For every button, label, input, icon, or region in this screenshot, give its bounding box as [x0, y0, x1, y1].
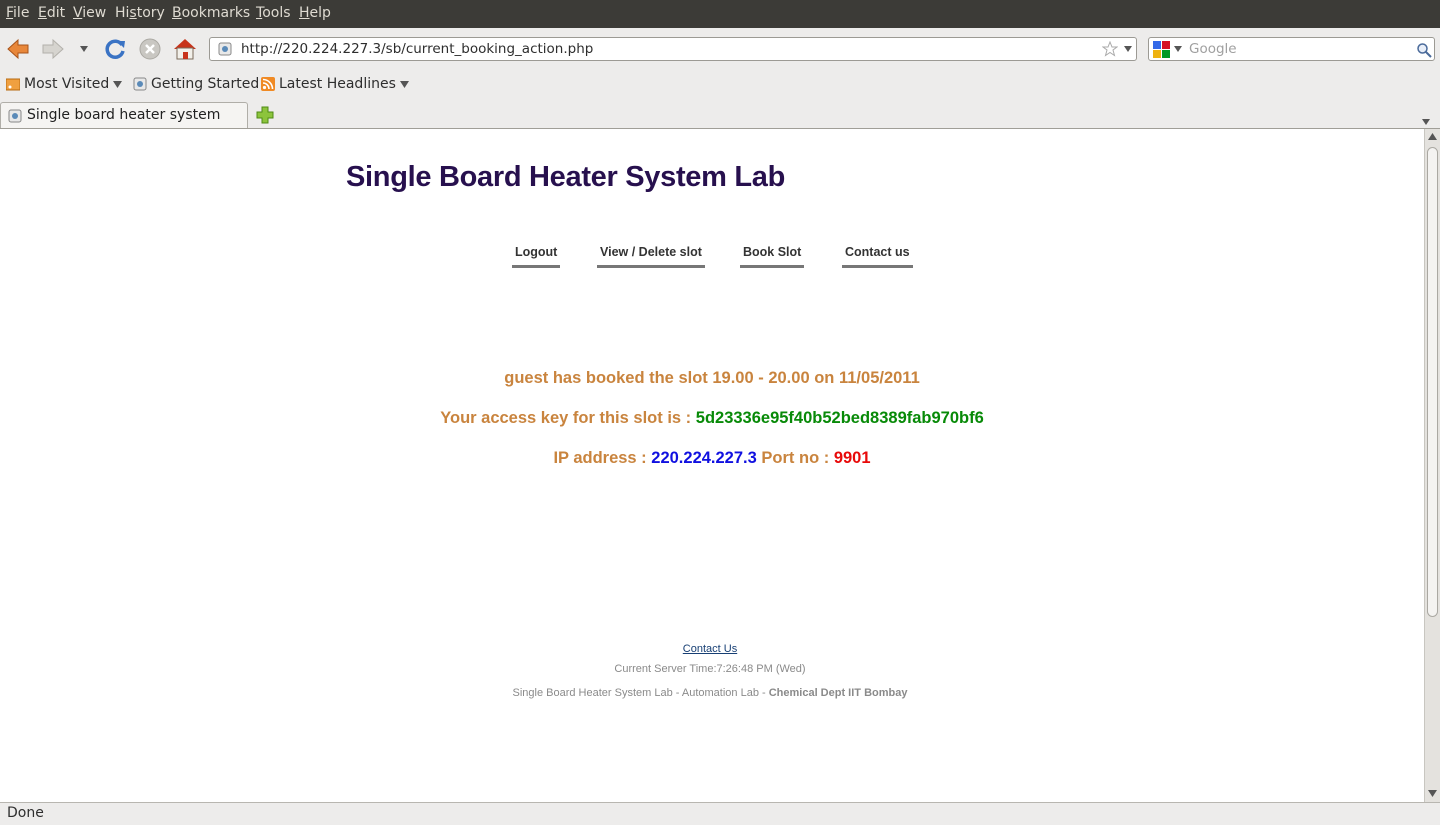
nav-contact-us[interactable]: Contact us: [842, 245, 913, 268]
reload-icon: [105, 39, 125, 59]
rss-folder-icon: [6, 78, 20, 91]
search-bar[interactable]: [1148, 37, 1435, 61]
tab-list-button[interactable]: [1421, 111, 1431, 130]
tab-title: Single board heater system: [27, 107, 221, 123]
footer-credit: Single Board Heater System Lab - Automat…: [0, 687, 1420, 699]
access-key-label: Your access key for this slot is :: [440, 409, 692, 427]
search-input[interactable]: [1189, 40, 1414, 58]
url-dropdown-icon[interactable]: [1123, 45, 1133, 53]
menu-history[interactable]: History: [115, 5, 165, 21]
home-button[interactable]: [172, 36, 198, 62]
booking-on: on: [814, 369, 835, 387]
access-key-line: Your access key for this slot is : 5d233…: [0, 409, 1424, 428]
menu-edit[interactable]: Edit: [38, 5, 65, 21]
vertical-scrollbar[interactable]: [1424, 129, 1440, 802]
scrollbar-thumb[interactable]: [1427, 147, 1438, 617]
booking-date: 11/05/2011: [838, 369, 920, 387]
bookmark-label: Getting Started: [151, 76, 260, 92]
tab-single-board[interactable]: Single board heater system: [0, 102, 248, 128]
back-arrow-icon: [7, 38, 29, 60]
scroll-up-icon[interactable]: [1428, 133, 1437, 140]
url-bar[interactable]: http://220.224.227.3/sb/current_booking_…: [209, 37, 1137, 61]
chevron-down-icon: [1422, 119, 1430, 125]
nav-book-slot[interactable]: Book Slot: [740, 245, 805, 268]
chevron-down-icon: [80, 46, 88, 52]
site-title: Single Board Heater System Lab: [346, 161, 786, 193]
rss-feed-icon: [261, 77, 275, 91]
history-dropdown-button[interactable]: [72, 36, 96, 62]
status-text: Done: [7, 805, 44, 821]
bookmark-label: Latest Headlines: [279, 76, 396, 92]
menu-file[interactable]: File: [6, 5, 29, 21]
nav-logout[interactable]: Logout: [512, 245, 561, 268]
nav-view-delete-slot[interactable]: View / Delete slot: [597, 245, 705, 268]
booking-text: has booked the slot: [552, 369, 708, 387]
forward-button[interactable]: [40, 36, 66, 62]
footer-contact-row: Contact Us: [0, 643, 1420, 655]
booking-user: guest: [504, 369, 549, 387]
server-time: Current Server Time:7:26:48 PM (Wed): [614, 663, 806, 675]
port-value: 9901: [833, 449, 871, 467]
chevron-down-icon: [113, 80, 123, 88]
footer-contact-link[interactable]: Contact Us: [683, 643, 737, 655]
booking-confirmation: guest has booked the slot 19.00 - 20.00 …: [0, 369, 1424, 388]
port-label: Port no :: [761, 449, 830, 467]
booking-slot: 19.00 - 20.00: [712, 369, 810, 387]
url-text[interactable]: http://220.224.227.3/sb/current_booking_…: [241, 41, 593, 57]
ip-value: 220.224.227.3: [651, 449, 757, 467]
footer-credit-dept: Chemical Dept IIT Bombay: [768, 687, 908, 699]
plus-icon: [256, 106, 274, 124]
home-icon: [174, 39, 196, 60]
bookmark-most-visited[interactable]: Most Visited: [6, 76, 123, 92]
menu-bookmarks[interactable]: Bookmarks: [172, 5, 250, 21]
connection-info: IP address : 220.224.227.3 Port no : 990…: [0, 449, 1424, 468]
google-engine-icon[interactable]: [1153, 41, 1171, 59]
status-bar: Done: [0, 802, 1440, 825]
ip-label: IP address :: [553, 449, 647, 467]
stop-button[interactable]: [137, 36, 163, 62]
menu-help[interactable]: Help: [299, 5, 331, 21]
search-icon[interactable]: [1416, 42, 1432, 58]
site-identity-icon[interactable]: [218, 42, 232, 56]
footer-credit-text: Single Board Heater System Lab - Automat…: [512, 687, 769, 699]
back-button[interactable]: [5, 36, 31, 62]
reload-button[interactable]: [102, 36, 128, 62]
forward-arrow-icon: [42, 38, 64, 60]
new-tab-button[interactable]: [256, 106, 274, 128]
scroll-down-icon[interactable]: [1428, 790, 1437, 797]
bookmark-getting-started[interactable]: Getting Started: [133, 76, 259, 92]
menubar: File Edit View History Bookmarks Tools H…: [0, 0, 1440, 28]
stop-icon: [139, 38, 161, 60]
bookmark-star-icon[interactable]: [1102, 41, 1118, 57]
page-icon: [133, 77, 147, 91]
page-icon: [8, 109, 22, 123]
chevron-down-icon[interactable]: [1173, 45, 1183, 53]
chevron-down-icon: [399, 80, 409, 88]
menu-view[interactable]: View: [73, 5, 106, 21]
bookmark-label: Most Visited: [24, 76, 110, 92]
menu-tools[interactable]: Tools: [256, 5, 291, 21]
bookmark-latest-headlines[interactable]: Latest Headlines: [261, 76, 409, 92]
access-key-value: 5d23336e95f40b52bed8389fab970bf6: [695, 409, 984, 427]
